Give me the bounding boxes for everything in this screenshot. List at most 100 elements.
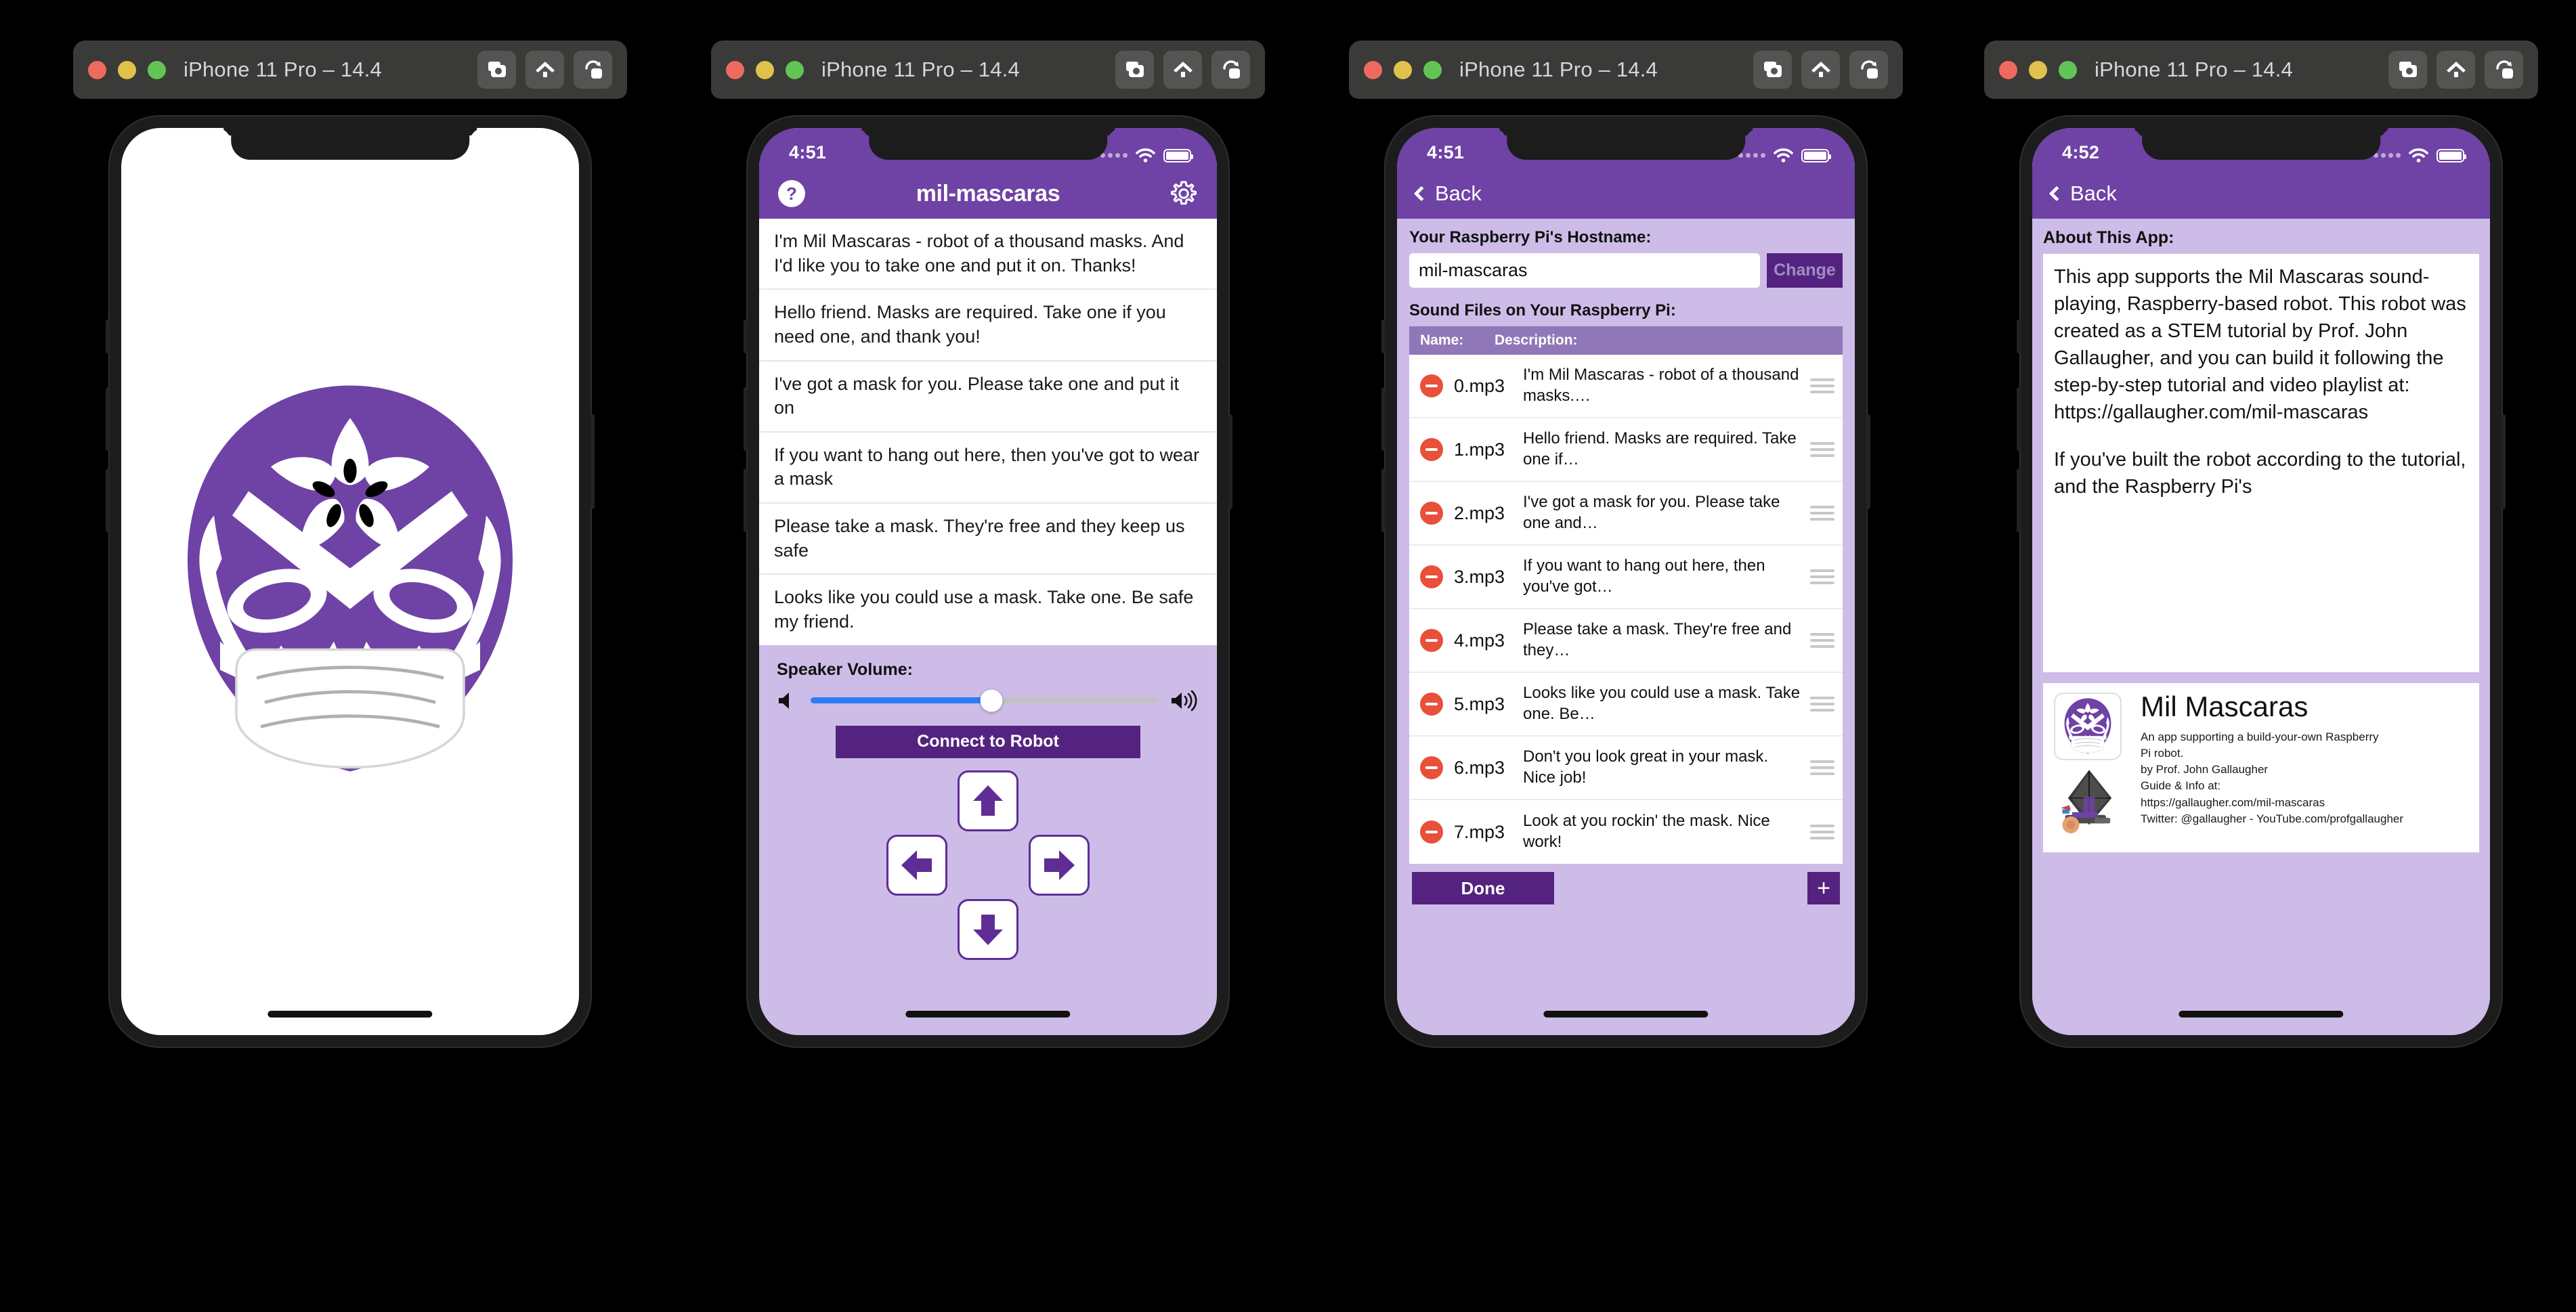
about-textview[interactable]: This app supports the Mil Mascaras sound… [2043,254,2479,672]
screenshot-button[interactable] [1753,51,1792,89]
connect-to-robot-button[interactable]: Connect to Robot [836,725,1140,758]
reorder-handle-icon[interactable] [1810,697,1834,712]
reorder-handle-icon[interactable] [1810,378,1834,393]
volume-up-button[interactable] [1381,387,1386,451]
home-button[interactable] [525,51,564,89]
list-item[interactable]: Looks like you could use a mask. Take on… [759,575,1217,644]
close-button[interactable] [1364,60,1382,79]
table-row[interactable]: 7.mp3 Look at you rockin' the mask. Nice… [1409,800,1843,864]
close-button[interactable] [1999,60,2017,79]
window-titlebar-4[interactable]: iPhone 11 Pro – 14.4 [1984,41,2538,99]
phone-frame-4: 4:52 Back About This App: This app suppo… [2017,116,2506,1047]
reorder-handle-icon[interactable] [1810,569,1834,584]
table-row[interactable]: 3.mp3 If you want to hang out here, then… [1409,546,1843,609]
mute-switch[interactable] [744,320,748,353]
right-arrow-button[interactable] [1029,834,1090,896]
volume-down-button[interactable] [744,468,748,532]
volume-up-button[interactable] [106,387,110,451]
delete-icon[interactable] [1420,374,1443,397]
close-button[interactable] [88,60,106,79]
home-indicator[interactable] [2178,1011,2344,1018]
volume-up-button[interactable] [2017,387,2021,451]
zoom-button[interactable] [148,60,166,79]
zoom-button[interactable] [786,60,804,79]
table-row[interactable]: 6.mp3 Don't you look great in your mask.… [1409,737,1843,800]
list-item[interactable]: Hello friend. Masks are required. Take o… [759,290,1217,362]
volume-down-button[interactable] [2017,468,2021,532]
reorder-handle-icon[interactable] [1810,633,1834,648]
help-icon[interactable]: ? [778,180,805,207]
reorder-handle-icon[interactable] [1810,825,1834,839]
power-button[interactable] [2502,414,2506,509]
table-row[interactable]: 2.mp3 I've got a mask for you. Please ta… [1409,482,1843,546]
window-titlebar-3[interactable]: iPhone 11 Pro – 14.4 [1349,41,1903,99]
list-item[interactable]: I'm Mil Mascaras - robot of a thousand m… [759,219,1217,290]
mute-switch[interactable] [2017,320,2021,353]
reorder-handle-icon[interactable] [1810,760,1834,775]
home-indicator[interactable] [267,1011,433,1018]
power-button[interactable] [591,414,595,509]
file-name: 0.mp3 [1454,375,1505,396]
power-button[interactable] [1866,414,1870,509]
credit-social[interactable]: Twitter: @gallaugher - YouTube.com/profg… [2141,811,2468,827]
delete-icon[interactable] [1420,502,1443,525]
minimize-button[interactable] [756,60,774,79]
sound-message-list[interactable]: I'm Mil Mascaras - robot of a thousand m… [759,219,1217,645]
left-arrow-button[interactable] [886,834,947,896]
home-button[interactable] [1163,51,1202,89]
delete-icon[interactable] [1420,756,1443,779]
reorder-handle-icon[interactable] [1810,506,1834,521]
hostname-input[interactable]: mil-mascaras [1409,253,1760,288]
mute-switch[interactable] [1381,320,1386,353]
mute-switch[interactable] [106,320,110,353]
minimize-button[interactable] [1394,60,1412,79]
list-item[interactable]: If you want to hang out here, then you'v… [759,433,1217,504]
add-sound-button[interactable]: + [1807,872,1840,904]
done-button[interactable]: Done [1412,872,1554,904]
power-button[interactable] [1228,414,1232,509]
volume-down-button[interactable] [1381,468,1386,532]
delete-icon[interactable] [1420,821,1443,844]
table-row[interactable]: 0.mp3 I'm Mil Mascaras - robot of a thou… [1409,355,1843,418]
screenshot-button[interactable] [1115,51,1154,89]
rotate-button[interactable] [1849,51,1888,89]
list-item[interactable]: I've got a mask for you. Please take one… [759,362,1217,433]
credit-link[interactable]: https://gallaugher.com/mil-mascaras [2141,795,2468,811]
sound-file-list[interactable]: 0.mp3 I'm Mil Mascaras - robot of a thou… [1409,355,1843,864]
delete-icon[interactable] [1420,438,1443,461]
delete-icon[interactable] [1420,693,1443,716]
window-titlebar-1[interactable]: iPhone 11 Pro – 14.4 [73,41,627,99]
table-row[interactable]: 4.mp3 Please take a mask. They're free a… [1409,609,1843,673]
gear-icon[interactable] [1169,179,1198,208]
delete-icon[interactable] [1420,629,1443,652]
volume-slider[interactable] [811,689,1159,712]
zoom-button[interactable] [2059,60,2077,79]
volume-down-button[interactable] [106,468,110,532]
table-row[interactable]: 5.mp3 Looks like you could use a mask. T… [1409,673,1843,737]
window-titlebar-2[interactable]: iPhone 11 Pro – 14.4 [711,41,1265,99]
reorder-handle-icon[interactable] [1810,442,1834,457]
list-item[interactable]: Please take a mask. They're free and the… [759,504,1217,575]
down-arrow-button[interactable] [958,898,1018,960]
rotate-button[interactable] [1211,51,1250,89]
home-button[interactable] [1801,51,1840,89]
up-arrow-button[interactable] [958,770,1018,831]
change-button[interactable]: Change [1767,253,1843,288]
screenshot-button[interactable] [2388,51,2427,89]
back-button[interactable]: Back [1413,181,1482,206]
table-row[interactable]: 1.mp3 Hello friend. Masks are required. … [1409,418,1843,482]
back-button[interactable]: Back [2048,181,2117,206]
rotate-button[interactable] [2485,51,2523,89]
zoom-button[interactable] [1423,60,1442,79]
screenshot-button[interactable] [477,51,516,89]
minimize-button[interactable] [2029,60,2047,79]
volume-up-button[interactable] [744,387,748,451]
rotate-button[interactable] [574,51,612,89]
slider-handle[interactable] [980,689,1003,712]
home-button[interactable] [2437,51,2475,89]
close-button[interactable] [726,60,744,79]
home-indicator[interactable] [1543,1011,1709,1018]
delete-icon[interactable] [1420,565,1443,588]
minimize-button[interactable] [118,60,136,79]
home-indicator[interactable] [905,1011,1071,1018]
